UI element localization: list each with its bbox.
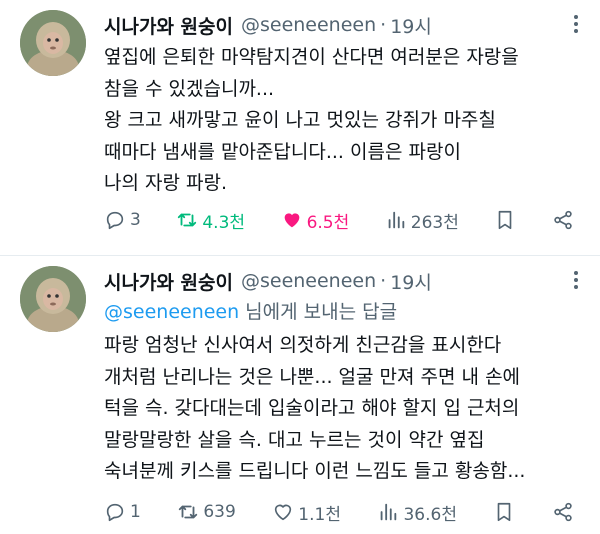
retweet-icon (179, 505, 198, 519)
avatar[interactable] (20, 266, 86, 332)
action-bar: 1 639 1.1천 36.6천 (104, 498, 574, 526)
reply-button[interactable]: 1 (104, 501, 141, 523)
avatar[interactable] (20, 10, 86, 76)
views-button[interactable]: 36.6천 (377, 500, 457, 525)
tweet-header: 시나가와 원숭이 @seeneeneen · 19시 (104, 266, 432, 296)
text-line: 턱을 슥. 갖다대는데 입술이라고 해야 할지 입 근처의 (104, 397, 520, 419)
text-line: 참을 수 있겠습니까... (104, 77, 275, 100)
text-line: 말랑말랑한 살을 슥. 대고 누르는 것이 약간 옆집 (104, 428, 485, 451)
tweet-text: 옆집에 은퇴한 마약탐지견이 산다면 여러분은 자랑을 참을 수 있겠습니까..… (104, 42, 578, 200)
retweet-button[interactable]: 4.3천 (176, 208, 245, 233)
reply-count: 1 (130, 502, 141, 522)
text-line: 파랑 엄청난 신사여서 의젓하게 친근감을 표시한다 (104, 334, 502, 356)
action-bar: 3 4.3천 6.5천 263천 (104, 206, 574, 234)
more-button[interactable] (564, 268, 588, 292)
text-line: 숙녀분께 키스를 드립니다 이런 느낌도 들고 황송함... (104, 460, 526, 482)
author-name[interactable]: 시나가와 원숭이 (104, 268, 233, 295)
author-handle[interactable]: @seeneeneen (241, 14, 376, 36)
reply-icon (106, 503, 124, 522)
tweet-header: 시나가와 원숭이 @seeneeneen · 19시 (104, 10, 432, 40)
monkey-avatar-icon (20, 266, 86, 332)
tweet[interactable]: 시나가와 원숭이 @seeneeneen · 19시 @seeneeneen 님에… (0, 256, 600, 534)
replying-to: @seeneeneen 님에게 보내는 답글 (104, 297, 397, 324)
share-icon (554, 502, 572, 522)
bookmark-button[interactable] (494, 209, 516, 231)
like-count: 6.5천 (306, 212, 350, 233)
timestamp[interactable]: 19시 (390, 12, 432, 39)
text-line: 개처럼 난리나는 것은 나뿐... 얼굴 만져 주면 내 손에 (104, 365, 521, 388)
like-count: 1.1천 (298, 504, 341, 525)
share-button[interactable] (552, 209, 574, 231)
reply-button[interactable]: 3 (104, 209, 141, 231)
separator: · (380, 14, 387, 36)
retweet-count: 4.3천 (202, 212, 246, 233)
retweet-button[interactable]: 639 (177, 501, 236, 523)
reply-mention-link[interactable]: @seeneeneen (104, 301, 239, 323)
views-icon (388, 211, 405, 229)
author-handle[interactable]: @seeneeneen (241, 270, 376, 292)
monkey-avatar-icon (20, 10, 86, 76)
retweet-count: 639 (203, 502, 236, 522)
reply-suffix: 님에게 보내는 답글 (245, 301, 398, 323)
share-button[interactable] (552, 501, 574, 523)
more-button[interactable] (564, 12, 588, 36)
separator: · (380, 270, 387, 292)
view-count: 36.6천 (403, 504, 457, 525)
like-icon (284, 213, 299, 228)
author-name[interactable]: 시나가와 원숭이 (104, 12, 233, 39)
timestamp[interactable]: 19시 (390, 268, 432, 295)
tweet-text: 파랑 엄청난 신사여서 의젓하게 친근감을 표시한다 개처럼 난리나는 것은 나… (104, 330, 578, 488)
bookmark-icon (499, 210, 512, 230)
views-button[interactable]: 263천 (385, 208, 459, 233)
text-line: 옆집에 은퇴한 마약탐지견이 산다면 여러분은 자랑을 (104, 46, 519, 68)
more-icon (574, 271, 578, 289)
more-icon (574, 15, 578, 33)
share-icon (554, 210, 572, 230)
tweet[interactable]: 시나가와 원숭이 @seeneeneen · 19시 옆집에 은퇴한 마약탐지견… (0, 0, 600, 256)
like-button[interactable]: 1.1천 (272, 500, 341, 525)
like-button[interactable]: 6.5천 (281, 208, 350, 233)
text-line: 왕 크고 새까맣고 윤이 나고 멋있는 강쥐가 마주칠 (104, 109, 496, 131)
like-icon (275, 504, 292, 521)
text-line: 나의 자랑 파랑. (104, 172, 227, 194)
text-line: 때마다 냄새를 맡아준답니다... 이름은 파랑이 (104, 140, 461, 163)
reply-icon (106, 211, 124, 230)
reply-count: 3 (130, 210, 141, 230)
bookmark-button[interactable] (493, 501, 515, 523)
bookmark-icon (498, 502, 511, 522)
views-icon (381, 503, 397, 521)
view-count: 263천 (410, 212, 459, 233)
retweet-icon (178, 213, 197, 227)
